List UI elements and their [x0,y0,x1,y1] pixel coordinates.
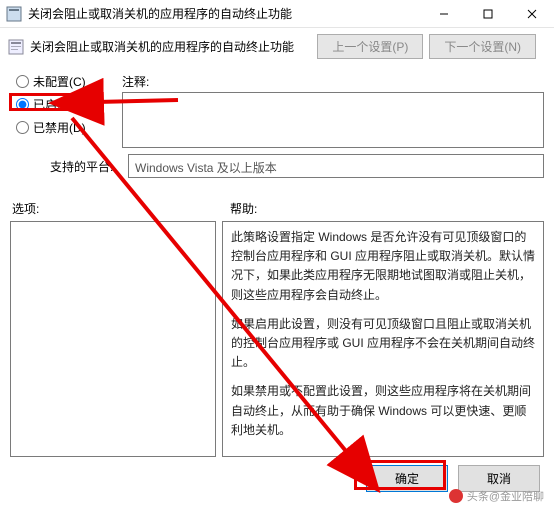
platform-label: 支持的平台: [10,158,128,175]
ok-button[interactable]: 确定 [366,465,448,492]
titlebar: 关闭会阻止或取消关机的应用程序的自动终止功能 [0,0,554,28]
watermark-text: 头条@金业陪聊 [467,488,544,504]
help-paragraph: 此策略设置指定 Windows 是否允许没有可见顶级窗口的控制台应用程序和 GU… [231,228,535,305]
comment-label: 注释: [122,73,544,90]
radio-disabled-input[interactable] [16,121,29,134]
options-pane [10,221,216,457]
state-radios: 未配置(C) 已启用(E) 已禁用(D) [10,65,122,136]
policy-icon [8,39,24,55]
radio-enabled[interactable]: 已启用(E) [16,96,122,113]
window-title: 关闭会阻止或取消关机的应用程序的自动终止功能 [28,5,422,22]
watermark-logo-icon [449,489,463,503]
comment-textarea[interactable] [122,92,544,148]
help-paragraph: 如果禁用或不配置此设置，则这些应用程序将在关机期间自动终止，从而有助于确保 Wi… [231,382,535,440]
next-setting-button[interactable]: 下一个设置(N) [429,34,536,59]
minimize-button[interactable] [422,0,466,27]
help-paragraph: 如果启用此设置，则没有可见顶级窗口且阻止或取消关机的控制台应用程序或 GUI 应… [231,315,535,373]
close-button[interactable] [510,0,554,27]
help-label: 帮助: [230,200,257,217]
maximize-button[interactable] [466,0,510,27]
radio-not-configured[interactable]: 未配置(C) [16,73,122,90]
watermark: 头条@金业陪聊 [449,488,544,504]
app-icon [6,6,22,22]
help-pane: 此策略设置指定 Windows 是否允许没有可见顶级窗口的控制台应用程序和 GU… [222,221,544,457]
radio-disabled[interactable]: 已禁用(D) [16,119,122,136]
subheader: 关闭会阻止或取消关机的应用程序的自动终止功能 上一个设置(P) 下一个设置(N) [0,28,554,65]
window-controls [422,0,554,27]
radio-enabled-input[interactable] [16,98,29,111]
radio-not-configured-input[interactable] [16,75,29,88]
platform-value: Windows Vista 及以上版本 [128,154,544,178]
policy-title: 关闭会阻止或取消关机的应用程序的自动终止功能 [30,38,311,55]
options-label: 选项: [10,200,230,217]
prev-setting-button[interactable]: 上一个设置(P) [317,34,423,59]
